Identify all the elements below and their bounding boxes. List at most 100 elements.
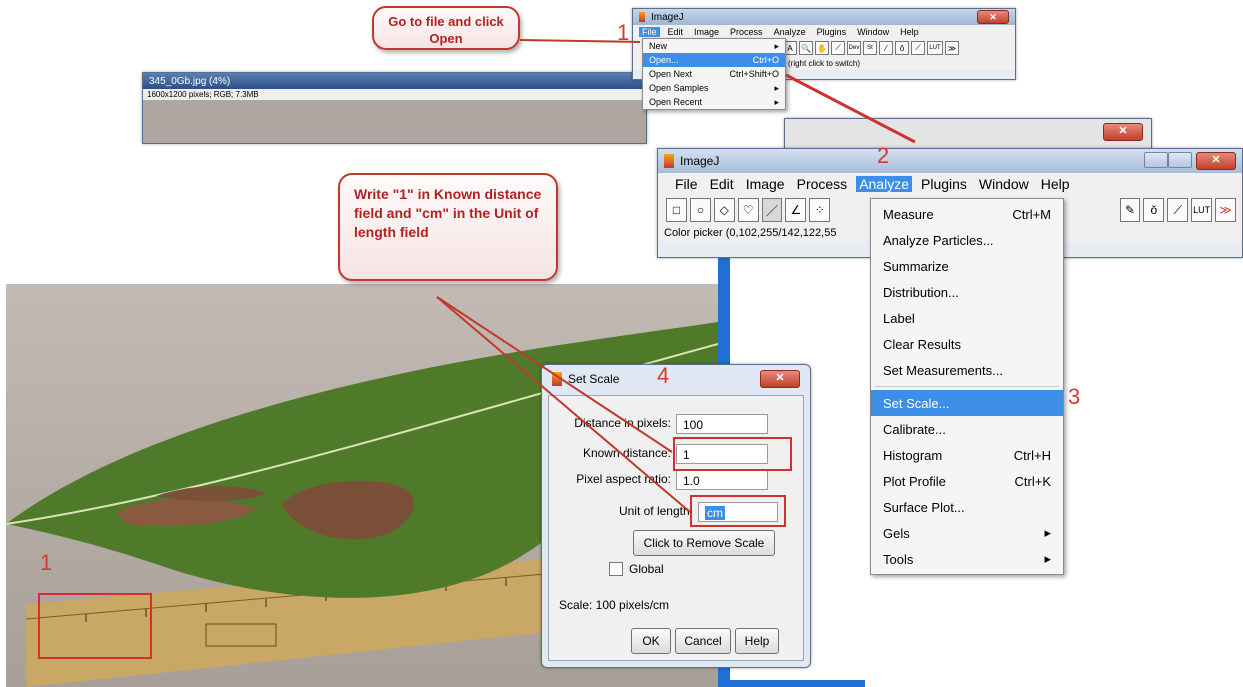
analyze-distribution[interactable]: Distribution... xyxy=(871,279,1063,305)
menu-analyze[interactable]: Analyze xyxy=(771,27,809,37)
file-menu-open-recent[interactable]: Open Recent ▸ xyxy=(643,95,785,109)
line-tool-icon[interactable]: ／ xyxy=(761,198,783,222)
analyze-label[interactable]: Label xyxy=(871,305,1063,331)
imagej-small-menubar: File Edit Image Process Analyze Plugins … xyxy=(633,25,1015,39)
analyze-gels[interactable]: Gels ▸ xyxy=(871,520,1063,546)
imagej-small-titlebar[interactable]: ImageJ ✕ xyxy=(633,9,1015,25)
analyze-summarize-label: Summarize xyxy=(883,258,949,274)
submenu-arrow-icon: ▸ xyxy=(774,82,779,93)
freehand-tool-icon[interactable]: ♡ xyxy=(737,198,759,222)
dev-icon[interactable]: Dev xyxy=(847,41,861,55)
brush-icon[interactable]: ✎ xyxy=(1119,198,1141,222)
close-icon[interactable]: ✕ xyxy=(1196,152,1236,170)
hand-icon[interactable]: ✋ xyxy=(815,41,829,55)
stk-icon[interactable]: St xyxy=(863,41,877,55)
step-1b-label: 1 xyxy=(40,550,53,575)
menu-image[interactable]: Image xyxy=(743,176,788,192)
menu-file[interactable]: File xyxy=(672,176,701,192)
step-2-label: 2 xyxy=(877,143,890,168)
analyze-particles[interactable]: Analyze Particles... xyxy=(871,227,1063,253)
desktop-strip-bottom xyxy=(730,680,865,687)
minimize-icon[interactable] xyxy=(1144,152,1168,168)
file-menu-open[interactable]: Open... Ctrl+O xyxy=(643,53,785,67)
remove-scale-button[interactable]: Click to Remove Scale xyxy=(633,530,775,556)
menu-help[interactable]: Help xyxy=(897,27,922,37)
image-window-info: 1600x1200 pixels; RGB; 7.3MB xyxy=(143,89,646,100)
menu-help[interactable]: Help xyxy=(1038,176,1073,192)
close-icon[interactable]: ✕ xyxy=(977,10,1009,24)
arrow-tool-icon[interactable]: ⟋ xyxy=(911,41,925,55)
menu-process[interactable]: Process xyxy=(727,27,766,37)
analyze-set-scale[interactable]: Set Scale... xyxy=(871,390,1063,416)
file-menu-open-recent-label: Open Recent xyxy=(649,97,703,107)
analyze-plot-profile[interactable]: Plot Profile Ctrl+K xyxy=(871,468,1063,494)
callout-known-text: Write "1" in Known distance field and "c… xyxy=(354,186,542,240)
menu-window[interactable]: Window xyxy=(854,27,892,37)
set-scale-titlebar[interactable]: Set Scale ✕ xyxy=(542,365,810,393)
analyze-calibrate[interactable]: Calibrate... xyxy=(871,416,1063,442)
close-icon[interactable]: ✕ xyxy=(760,370,800,388)
menu-edit[interactable]: Edit xyxy=(665,27,687,37)
point-tool-icon[interactable]: ⁘ xyxy=(809,198,831,222)
oval-tool-icon[interactable]: ○ xyxy=(689,198,711,222)
file-menu-new-label: New xyxy=(649,41,668,51)
image-window-title: 345_0Gb.jpg (4%) xyxy=(149,75,231,87)
step-1-label: 1 xyxy=(617,20,630,45)
help-button[interactable]: Help xyxy=(735,628,779,654)
analyze-set-scale-label: Set Scale... xyxy=(883,395,950,411)
file-menu-open-samples[interactable]: Open Samples ▸ xyxy=(643,81,785,95)
analyze-plot-profile-shortcut: Ctrl+K xyxy=(1014,473,1051,489)
aspect-ratio-field[interactable]: 1.0 xyxy=(676,470,768,490)
image-window-titlebar[interactable]: 345_0Gb.jpg (4%) xyxy=(143,73,646,89)
more-tools-icon[interactable]: ≫ xyxy=(945,41,959,55)
lut-icon[interactable]: LUT xyxy=(927,41,943,55)
file-menu-open-next-shortcut: Ctrl+Shift+O xyxy=(729,69,779,79)
file-menu-open-next[interactable]: Open Next Ctrl+Shift+O xyxy=(643,67,785,81)
menu-window[interactable]: Window xyxy=(976,176,1032,192)
analyze-set-measurements-label: Set Measurements... xyxy=(883,362,1003,378)
analyze-tools[interactable]: Tools ▸ xyxy=(871,546,1063,572)
rectangle-tool-icon[interactable]: □ xyxy=(666,198,687,222)
menu-process[interactable]: Process xyxy=(794,176,851,192)
menu-plugins[interactable]: Plugins xyxy=(918,176,970,192)
cancel-button[interactable]: Cancel xyxy=(675,628,731,654)
menu-edit[interactable]: Edit xyxy=(707,176,737,192)
analyze-menu: Measure Ctrl+M Analyze Particles... Summa… xyxy=(870,198,1064,575)
imagej-main-menubar: File Edit Image Process Analyze Plugins … xyxy=(658,173,1242,195)
analyze-summarize[interactable]: Summarize xyxy=(871,253,1063,279)
distance-label: Distance in pixels: xyxy=(574,416,671,430)
lut-icon[interactable]: LUT xyxy=(1191,198,1213,222)
analyze-histogram-shortcut: Ctrl+H xyxy=(1013,447,1051,463)
ok-button[interactable]: OK xyxy=(631,628,671,654)
file-menu-new[interactable]: New ▸ xyxy=(643,39,785,53)
global-checkbox[interactable] xyxy=(609,562,623,576)
more-tools-icon[interactable]: ≫ xyxy=(1215,198,1237,222)
submenu-arrow-icon: ▸ xyxy=(1044,551,1051,566)
distance-field[interactable]: 100 xyxy=(676,414,768,434)
analyze-measure[interactable]: Measure Ctrl+M xyxy=(871,201,1063,227)
set-scale-body: Distance in pixels: 100 Known distance: … xyxy=(548,395,804,661)
magnifier-icon[interactable]: 🔍 xyxy=(799,41,813,55)
step-4-label: 4 xyxy=(657,363,670,388)
color-picker-icon[interactable]: ⟋ xyxy=(831,41,845,55)
analyze-histogram[interactable]: Histogram Ctrl+H xyxy=(871,442,1063,468)
close-icon[interactable]: ✕ xyxy=(1103,123,1143,141)
arrow-tool-icon[interactable]: ⟋ xyxy=(1167,198,1189,222)
menu-file[interactable]: File xyxy=(639,27,660,37)
menu-plugins[interactable]: Plugins xyxy=(814,27,850,37)
menu-image[interactable]: Image xyxy=(691,27,722,37)
imagej-main-titlebar[interactable]: ImageJ ✕ xyxy=(658,149,1242,173)
brush-icon[interactable]: ⁄ xyxy=(879,41,893,55)
java-icon xyxy=(664,154,674,168)
analyze-clear-results-label: Clear Results xyxy=(883,336,962,352)
analyze-surface-plot[interactable]: Surface Plot... xyxy=(871,494,1063,520)
analyze-histogram-label: Histogram xyxy=(883,447,943,463)
dropper-icon[interactable]: ǒ xyxy=(895,41,909,55)
analyze-clear-results[interactable]: Clear Results xyxy=(871,331,1063,357)
menu-analyze[interactable]: Analyze xyxy=(856,176,912,192)
polygon-tool-icon[interactable]: ◇ xyxy=(713,198,735,222)
dropper-icon[interactable]: ǒ xyxy=(1143,198,1165,222)
maximize-icon[interactable] xyxy=(1168,152,1192,168)
angle-tool-icon[interactable]: ∠ xyxy=(785,198,807,222)
analyze-set-measurements[interactable]: Set Measurements... xyxy=(871,357,1063,383)
